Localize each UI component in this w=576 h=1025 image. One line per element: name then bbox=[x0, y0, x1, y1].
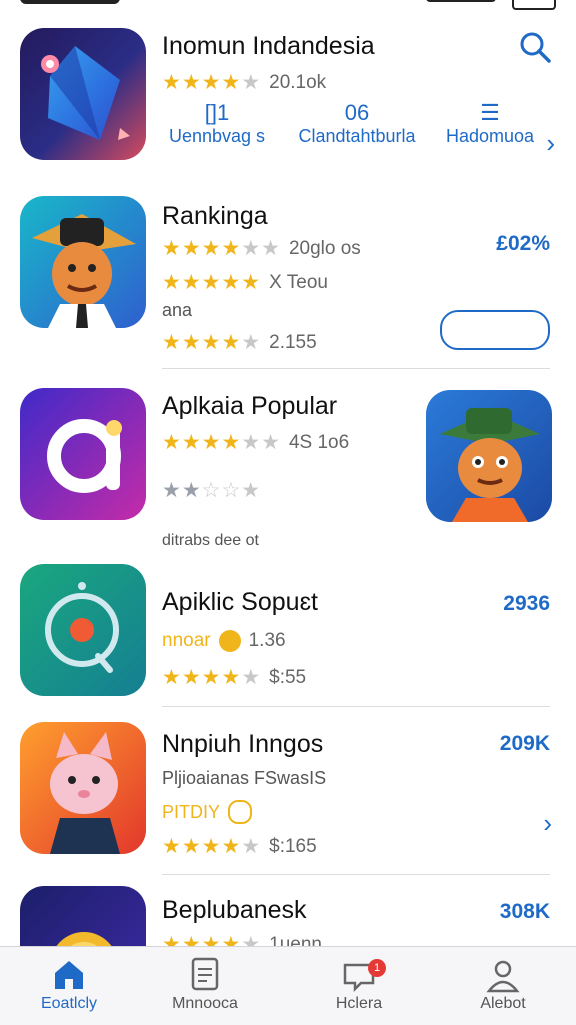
app-title: Nnpiuh Inngos bbox=[162, 730, 324, 758]
app-title: Rankinga bbox=[162, 202, 268, 230]
app-icon bbox=[20, 196, 146, 328]
tab-home[interactable]: Eoatlcly bbox=[14, 955, 124, 1013]
rating: ★★★★★★ 4S 1o6 bbox=[162, 430, 349, 455]
search-icon[interactable] bbox=[518, 30, 552, 64]
quick-link-label: Uennbvag s bbox=[168, 126, 266, 146]
app-percent: 209K bbox=[499, 732, 550, 755]
quick-link[interactable]: 06 Clandtahtburla bbox=[292, 100, 422, 147]
rating: ★★☆☆★ bbox=[162, 478, 261, 503]
chevron-right-icon[interactable]: › bbox=[543, 808, 552, 839]
list-item[interactable]: Beplubanesk ★★★★★ 1uenn 308K bbox=[0, 876, 576, 946]
medal-icon bbox=[228, 800, 253, 824]
star-rating: ★★☆☆★ bbox=[162, 479, 262, 502]
quick-link[interactable]: []1 Uennbvag s bbox=[162, 100, 272, 147]
badge-label: nnoar bbox=[162, 630, 211, 651]
rating-count: 4S 1o6 bbox=[288, 431, 350, 453]
star-rating: ★★★★★ bbox=[162, 331, 262, 354]
list-item[interactable]: Aplkaia Popular ★★★★★★ 4S 1o6 ★★☆☆★ ditr… bbox=[0, 370, 576, 560]
tab-label: Hclera bbox=[335, 995, 383, 1012]
divider bbox=[162, 368, 550, 369]
rating-count: 1.36 bbox=[248, 630, 286, 651]
app-icon bbox=[20, 722, 146, 854]
star-rating: ★★★★★★ bbox=[162, 431, 281, 454]
rating: ★★★★★ $:55 bbox=[162, 665, 306, 690]
app-icon bbox=[20, 388, 146, 520]
list-icon: ☰ bbox=[480, 100, 500, 125]
rating-label: X Teou bbox=[269, 271, 328, 293]
star-rating: ★★★★★ bbox=[162, 666, 262, 689]
app-title: Apiklic Sopuɛt bbox=[162, 588, 318, 616]
tab-bar: Eoatlcly Mnnooca 1 Hclera Alebot bbox=[0, 946, 576, 1025]
divider bbox=[162, 874, 550, 875]
app-title: Inomun Indandesia bbox=[162, 32, 375, 60]
rating: ★★★★★ 2.155 bbox=[162, 330, 317, 355]
tab-documents[interactable]: Mnnooca bbox=[150, 955, 260, 1013]
rating-count: 20.1ok bbox=[269, 71, 327, 93]
app-percent: 308K bbox=[499, 900, 550, 923]
list-item[interactable]: Nnpiuh Inngos Pljioaianas FSwasIS PITDIY… bbox=[0, 708, 576, 876]
star-rating: ★★★★★ bbox=[162, 835, 262, 858]
star-rating: ★★★★★ bbox=[162, 271, 262, 294]
list-item[interactable]: Inomun Indandesia ★★★★★ 20.1ok []1 Uennb… bbox=[0, 0, 576, 180]
app-subtitle: Pljioaianas FSwasIS bbox=[162, 768, 327, 788]
price: $:55 bbox=[269, 666, 307, 688]
rating: ★★★★★ 1uenn bbox=[162, 932, 322, 946]
app-subtitle: ana bbox=[162, 300, 193, 320]
quick-link-label: Clandtahtburla bbox=[298, 126, 416, 146]
divider bbox=[162, 706, 550, 707]
rating: ★★★★★ 20.1ok bbox=[162, 70, 326, 95]
quick-link-label: Hadomuoa bbox=[445, 126, 535, 146]
app-title: Aplkaia Popular bbox=[162, 392, 338, 420]
app-subtitle: ditrabs dee ot bbox=[162, 532, 259, 549]
rating: ★★★★★ X Teou bbox=[162, 270, 328, 295]
quick-link[interactable]: ☰ Hadomuoa bbox=[440, 100, 540, 147]
app-percent: £02% bbox=[496, 232, 550, 255]
get-button[interactable] bbox=[440, 310, 550, 350]
list-item[interactable]: Rankinga ★★★★★★ 20glo os ★★★★★ X Teou an… bbox=[0, 180, 576, 370]
star-rating: ★★★★★★ bbox=[162, 237, 281, 260]
rating-count: 2.155 bbox=[269, 331, 317, 353]
person-icon bbox=[486, 960, 520, 993]
app-icon bbox=[20, 886, 146, 946]
quick-links: []1 Uennbvag s 06 Clandtahtburla ☰ Hadom… bbox=[162, 100, 557, 159]
medal-icon bbox=[218, 630, 241, 652]
star-rating: ★★★★★ bbox=[162, 933, 262, 946]
app-icon bbox=[20, 28, 146, 160]
rating-count: 20glo os bbox=[288, 237, 361, 259]
tab-notifications[interactable]: 1 Hclera bbox=[304, 955, 414, 1013]
rating: nnoar 1.36 bbox=[162, 630, 286, 652]
rating-count: 1uenn bbox=[269, 933, 322, 947]
tab-profile[interactable]: Alebot bbox=[448, 955, 558, 1013]
app-title: Beplubanesk bbox=[162, 896, 307, 924]
app-icon bbox=[20, 564, 146, 696]
home-icon bbox=[55, 961, 83, 989]
featured-app-icon[interactable] bbox=[426, 390, 552, 522]
chevron-right-icon[interactable]: › bbox=[546, 128, 555, 159]
grid-icon: 06 bbox=[344, 100, 370, 125]
list-item[interactable]: Apiklic Sopuɛt nnoar 1.36 ★★★★★ $:55 293… bbox=[0, 560, 576, 708]
tab-label: Eoatlcly bbox=[40, 995, 98, 1012]
tab-label: Mnnooca bbox=[172, 995, 238, 1012]
document-icon bbox=[191, 957, 219, 991]
rating: PITDIY bbox=[162, 800, 253, 824]
star-rating: ★★★★★ bbox=[162, 71, 262, 94]
rating: ★★★★★★ 20glo os bbox=[162, 236, 361, 261]
box-icon: []1 bbox=[204, 100, 230, 125]
app-percent: 2936 bbox=[503, 592, 550, 615]
tab-label: Alebot bbox=[480, 995, 526, 1012]
notification-badge: 1 bbox=[368, 959, 386, 977]
badge-label: PITDIY bbox=[162, 801, 221, 822]
rating: ★★★★★ $:165 bbox=[162, 834, 317, 859]
price: $:165 bbox=[269, 835, 317, 857]
